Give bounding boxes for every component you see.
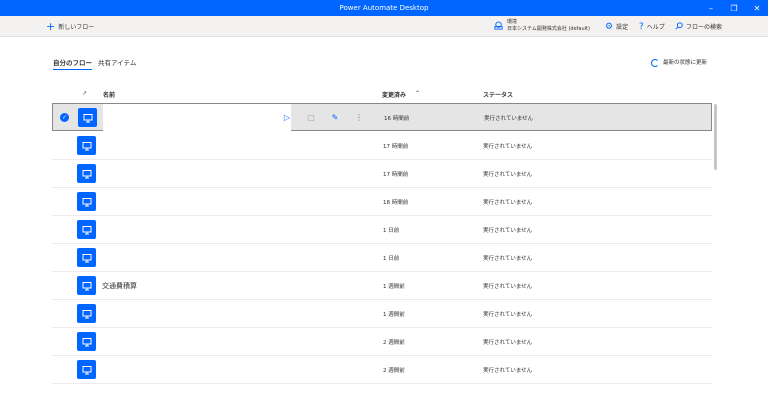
command-bar: + 新しいフロー 環境 日本システム開発株式会社 (default) ⚙ 設定 …: [0, 16, 768, 37]
table-row[interactable]: 2 週間前 実行されていません: [52, 356, 712, 384]
flow-status: 実行されていません: [483, 284, 533, 290]
column-modified[interactable]: 変更済み: [382, 90, 406, 99]
settings-button[interactable]: ⚙ 設定: [605, 16, 628, 37]
table-row[interactable]: 17 時間前 実行されていません: [52, 132, 712, 160]
environment-selector[interactable]: [494, 16, 506, 37]
column-name[interactable]: 名前: [103, 90, 115, 99]
refresh-icon: [651, 59, 659, 67]
environment-icon: [494, 21, 503, 32]
tab-my-flows[interactable]: 自分のフロー: [53, 58, 92, 70]
table-row[interactable]: 1 日前 実行されていません: [52, 244, 712, 272]
flow-name-box: [103, 104, 291, 131]
modified-time: 17 時間前: [383, 144, 409, 150]
desktop-flow-icon: [77, 248, 96, 267]
desktop-flow-icon: [77, 276, 96, 295]
modified-time: 1 日前: [383, 228, 400, 234]
new-flow-label: 新しいフロー: [58, 24, 95, 31]
environment-name: 日本システム開発株式会社 (default): [507, 26, 590, 32]
modified-time: 1 週間前: [383, 284, 405, 290]
environment-label: 環境: [507, 19, 518, 25]
title-bar: Power Automate Desktop – ❐ ✕: [0, 0, 768, 16]
flow-status: 実行されていません: [483, 228, 533, 234]
flow-status: 実行されていません: [483, 340, 533, 346]
scrollbar[interactable]: [714, 104, 717, 170]
sort-ascending-icon[interactable]: ⌃: [415, 90, 420, 97]
maximize-button[interactable]: ❐: [723, 0, 745, 16]
modified-time: 16 時間前: [384, 116, 410, 122]
modified-time: 1 日前: [383, 256, 400, 262]
window-title: Power Automate Desktop: [339, 4, 429, 12]
flow-status: 実行されていません: [483, 256, 533, 262]
desktop-flow-icon: [77, 136, 96, 155]
flow-status: 実行されていません: [483, 172, 533, 178]
refresh-button[interactable]: 最新の状態に更新: [651, 58, 707, 68]
flow-status: 実行されていません: [483, 144, 533, 150]
desktop-flow-icon: [77, 360, 96, 379]
settings-label: 設定: [616, 24, 629, 31]
table-row[interactable]: 17 時間前 実行されていません: [52, 160, 712, 188]
help-label: ヘルプ: [646, 24, 665, 31]
refresh-label: 最新の状態に更新: [663, 60, 708, 66]
search-icon: [675, 21, 683, 32]
table-row[interactable]: 交通費積算 1 週間前 実行されていません: [52, 272, 712, 300]
flow-status: 実行されていません: [483, 312, 533, 318]
modified-time: 18 時間前: [383, 200, 409, 206]
flow-status: 実行されていません: [483, 368, 533, 374]
modified-time: 2 週間前: [383, 340, 405, 346]
flow-status: 実行されていません: [483, 200, 533, 206]
table-row[interactable]: 1 日前 実行されていません: [52, 216, 712, 244]
desktop-flow-icon: [77, 332, 96, 351]
close-button[interactable]: ✕: [746, 0, 768, 16]
row-selected-check-icon[interactable]: ✓: [60, 113, 69, 122]
desktop-flow-icon: [77, 220, 96, 239]
search-button[interactable]: フローの検索: [675, 16, 722, 37]
table-row[interactable]: 1 週間前 実行されていません: [52, 300, 712, 328]
table-row[interactable]: ✓ ▷ □ ✎ ⋮ 16 時間前 実行されていません: [52, 103, 712, 131]
flow-status: 実行されていません: [484, 116, 534, 122]
desktop-flow-icon: [77, 164, 96, 183]
new-flow-button[interactable]: + 新しいフロー: [46, 16, 94, 37]
plus-icon: +: [46, 20, 56, 33]
modified-time: 1 週間前: [383, 312, 405, 318]
desktop-flow-icon: [77, 192, 96, 211]
gear-icon: ⚙: [605, 21, 614, 32]
run-icon[interactable]: ▷: [281, 111, 293, 123]
stop-icon[interactable]: □: [305, 111, 317, 123]
modified-time: 2 週間前: [383, 368, 405, 374]
modified-time: 17 時間前: [383, 172, 409, 178]
more-options-icon[interactable]: ⋮: [353, 111, 365, 123]
environment-info[interactable]: 環境 日本システム開発株式会社 (default): [507, 19, 590, 33]
edit-icon[interactable]: ✎: [329, 111, 341, 123]
table-row[interactable]: 2 週間前 実行されていません: [52, 328, 712, 356]
search-label: フローの検索: [686, 24, 723, 31]
help-icon: ?: [639, 21, 644, 32]
minimize-button[interactable]: –: [700, 0, 722, 16]
desktop-flow-icon: [77, 304, 96, 323]
table-row[interactable]: 18 時間前 実行されていません: [52, 188, 712, 216]
flow-name[interactable]: 交通費積算: [102, 281, 137, 291]
table-header: ↗ 名前 変更済み ⌃ ステータス: [52, 87, 712, 103]
tab-shared-items[interactable]: 共有アイテム: [98, 58, 136, 68]
flow-type-icon: ↗: [82, 90, 88, 97]
desktop-flow-icon: [78, 108, 97, 127]
column-status[interactable]: ステータス: [483, 90, 513, 99]
help-button[interactable]: ? ヘルプ: [639, 16, 665, 37]
